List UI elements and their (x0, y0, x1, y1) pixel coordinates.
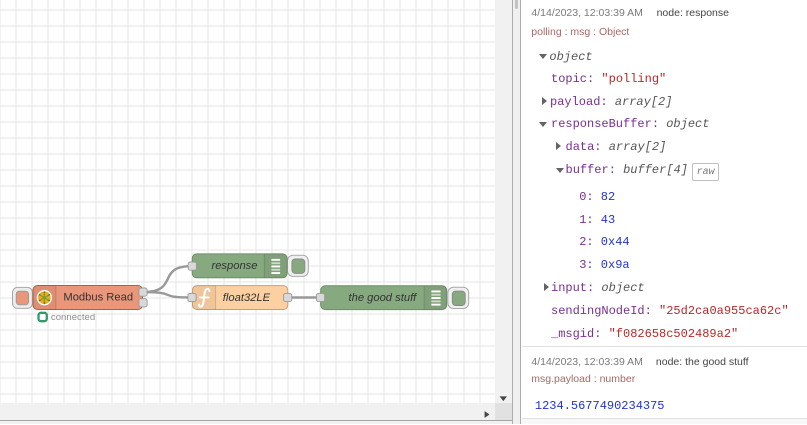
svg-text:connected: connected (51, 312, 95, 323)
svg-text:float32LE: float32LE (223, 292, 271, 304)
svg-text:response: response (211, 260, 257, 272)
svg-text:Modbus Read: Modbus Read (63, 292, 133, 304)
svg-text:the good stuff: the good stuff (348, 292, 418, 304)
